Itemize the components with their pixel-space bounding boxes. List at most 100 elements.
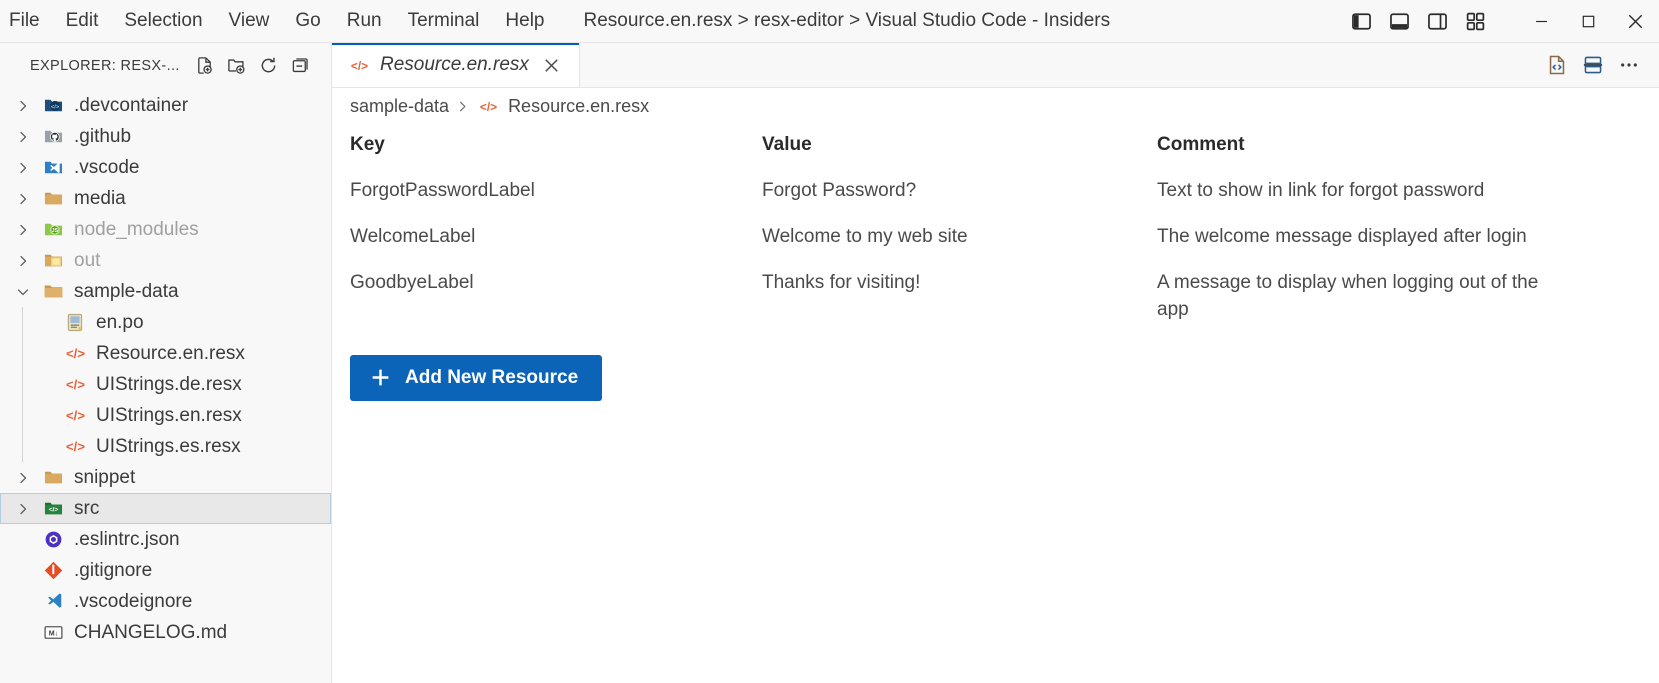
chevron-down-icon[interactable] bbox=[8, 284, 38, 300]
resource-comment-cell[interactable]: Text to show in link for forgot password bbox=[1139, 170, 1659, 216]
refresh-explorer-icon[interactable] bbox=[254, 52, 284, 80]
explorer-title: EXPLORER: RESX-... bbox=[30, 57, 180, 74]
vscode-window: File Edit Selection View Go Run Terminal… bbox=[0, 0, 1659, 683]
customize-layout-icon[interactable] bbox=[1458, 6, 1492, 38]
chevron-right-icon[interactable] bbox=[8, 253, 38, 269]
split-editor-icon[interactable] bbox=[1577, 49, 1609, 81]
tab-label: Resource.en.resx bbox=[380, 54, 529, 75]
table-row[interactable]: WelcomeLabel Welcome to my web site The we… bbox=[332, 216, 1659, 262]
svg-text:</>: </> bbox=[350, 58, 367, 72]
tree-item-label: .github bbox=[74, 125, 132, 147]
resource-value-cell[interactable]: Thanks for visiting! bbox=[744, 262, 1139, 334]
folder-icon bbox=[38, 467, 68, 489]
tree-item-label: UIStrings.es.resx bbox=[96, 435, 241, 457]
resource-comment-cell[interactable]: A message to display when logging out of… bbox=[1139, 262, 1659, 334]
menu-item-edit[interactable]: Edit bbox=[53, 6, 112, 37]
tree-folder-devcontainer[interactable]: </> .devcontainer bbox=[0, 90, 331, 121]
indent-guide bbox=[22, 307, 23, 338]
chevron-right-icon[interactable] bbox=[8, 129, 38, 145]
close-icon[interactable] bbox=[539, 52, 565, 78]
more-actions-icon[interactable] bbox=[1613, 49, 1645, 81]
chevron-right-icon[interactable] bbox=[8, 98, 38, 114]
window-minimize-button[interactable] bbox=[1518, 0, 1565, 43]
toggle-primary-sidebar-icon[interactable] bbox=[1344, 6, 1378, 38]
tree-item-label: .gitignore bbox=[74, 559, 153, 581]
tree-file-changelog-md[interactable]: M↓ CHANGELOG.md bbox=[0, 617, 331, 648]
chevron-right-icon[interactable] bbox=[8, 222, 38, 238]
toggle-secondary-sidebar-icon[interactable] bbox=[1420, 6, 1454, 38]
menu-item-selection[interactable]: Selection bbox=[111, 6, 215, 37]
tree-item-label: out bbox=[74, 249, 101, 271]
column-header-comment: Comment bbox=[1157, 134, 1245, 155]
tree-folder-out[interactable]: out bbox=[0, 245, 331, 276]
tree-file-eslintrc-json[interactable]: .eslintrc.json bbox=[0, 524, 331, 555]
toggle-panel-icon[interactable] bbox=[1382, 6, 1416, 38]
menu-item-go[interactable]: Go bbox=[282, 6, 333, 37]
indent-guide bbox=[22, 369, 23, 400]
breadcrumb-item-folder[interactable]: sample-data bbox=[350, 96, 449, 117]
menu-item-view[interactable]: View bbox=[216, 6, 283, 37]
collapse-folders-icon[interactable] bbox=[286, 52, 316, 80]
tree-file-uistrings-es-resx[interactable]: </> UIStrings.es.resx bbox=[0, 431, 331, 462]
chevron-right-icon[interactable] bbox=[8, 501, 38, 517]
file-tree[interactable]: </> .devcontainer .github .vscode media JS nod… bbox=[0, 88, 331, 683]
resx-editor-content: Key Value Comment ForgotPasswordLabel For… bbox=[332, 124, 1659, 683]
tree-file-resource-en-resx[interactable]: </> Resource.en.resx bbox=[0, 338, 331, 369]
tree-item-label: UIStrings.en.resx bbox=[96, 404, 242, 426]
tree-file-gitignore[interactable]: .gitignore bbox=[0, 555, 331, 586]
tree-folder-snippet[interactable]: snippet bbox=[0, 462, 331, 493]
tree-item-label: .vscodeignore bbox=[74, 590, 193, 612]
tree-folder-node-modules[interactable]: JS node_modules bbox=[0, 214, 331, 245]
menu-item-terminal[interactable]: Terminal bbox=[395, 6, 493, 37]
workbench-body: EXPLORER: RESX-... </> .devcontainer .gi… bbox=[0, 43, 1659, 683]
chevron-right-icon[interactable] bbox=[8, 160, 38, 176]
tree-file-en-po[interactable]: en.po bbox=[0, 307, 331, 338]
tree-item-label: en.po bbox=[96, 311, 144, 333]
column-header-value: Value bbox=[762, 134, 812, 155]
breadcrumb-item-file[interactable]: Resource.en.resx bbox=[508, 96, 649, 117]
layout-controls bbox=[1344, 6, 1492, 38]
tree-folder-src[interactable]: </> src bbox=[0, 493, 331, 524]
folder-icon bbox=[38, 188, 68, 210]
tree-file-uistrings-de-resx[interactable]: </> UIStrings.de.resx bbox=[0, 369, 331, 400]
tree-folder-vscode[interactable]: .vscode bbox=[0, 152, 331, 183]
tree-folder-sample-data[interactable]: sample-data bbox=[0, 276, 331, 307]
new-folder-icon[interactable] bbox=[222, 52, 252, 80]
editor-group: </> Resource.en.resx sample-data </> Res… bbox=[332, 43, 1659, 683]
chevron-right-icon[interactable] bbox=[8, 470, 38, 486]
svg-text:</>: </> bbox=[48, 507, 58, 514]
resource-value-cell[interactable]: Forgot Password? bbox=[744, 170, 1139, 216]
add-new-resource-button[interactable]: Add New Resource bbox=[350, 354, 603, 401]
resource-value-cell[interactable]: Welcome to my web site bbox=[744, 216, 1139, 262]
tree-folder-github[interactable]: .github bbox=[0, 121, 331, 152]
explorer-actions bbox=[190, 52, 316, 80]
explorer-sidebar: EXPLORER: RESX-... </> .devcontainer .gi… bbox=[0, 43, 332, 683]
chevron-right-icon bbox=[455, 99, 470, 114]
tree-item-label: Resource.en.resx bbox=[96, 342, 245, 364]
tab-resource-en-resx[interactable]: </> Resource.en.resx bbox=[332, 43, 580, 87]
resource-key-cell[interactable]: WelcomeLabel bbox=[332, 216, 744, 262]
menu-item-help[interactable]: Help bbox=[492, 6, 557, 37]
menu-item-file[interactable]: File bbox=[0, 6, 53, 37]
tree-file-vscodeignore[interactable]: .vscodeignore bbox=[0, 586, 331, 617]
tree-item-label: snippet bbox=[74, 466, 136, 488]
table-row[interactable]: ForgotPasswordLabel Forgot Password? Text … bbox=[332, 170, 1659, 216]
resource-key-cell[interactable]: GoodbyeLabel bbox=[332, 262, 744, 334]
tree-item-label: media bbox=[74, 187, 126, 209]
chevron-right-icon[interactable] bbox=[8, 191, 38, 207]
menu-item-run[interactable]: Run bbox=[334, 6, 395, 37]
column-header-key: Key bbox=[350, 134, 385, 155]
window-maximize-button[interactable] bbox=[1565, 0, 1612, 43]
editor-tabs: </> Resource.en.resx bbox=[332, 43, 1659, 88]
tree-file-uistrings-en-resx[interactable]: </> UIStrings.en.resx bbox=[0, 400, 331, 431]
reopen-with-text-editor-icon[interactable] bbox=[1541, 49, 1573, 81]
table-row[interactable]: GoodbyeLabel Thanks for visiting! A messag… bbox=[332, 262, 1659, 334]
tree-item-label: UIStrings.de.resx bbox=[96, 373, 242, 395]
markdown-file-icon: M↓ bbox=[38, 622, 68, 644]
resource-key-cell[interactable]: ForgotPasswordLabel bbox=[332, 170, 744, 216]
window-close-button[interactable] bbox=[1612, 0, 1659, 43]
resource-comment-cell[interactable]: The welcome message displayed after logi… bbox=[1139, 216, 1659, 262]
tree-item-label: src bbox=[74, 497, 100, 519]
new-file-icon[interactable] bbox=[190, 52, 220, 80]
tree-folder-media[interactable]: media bbox=[0, 183, 331, 214]
